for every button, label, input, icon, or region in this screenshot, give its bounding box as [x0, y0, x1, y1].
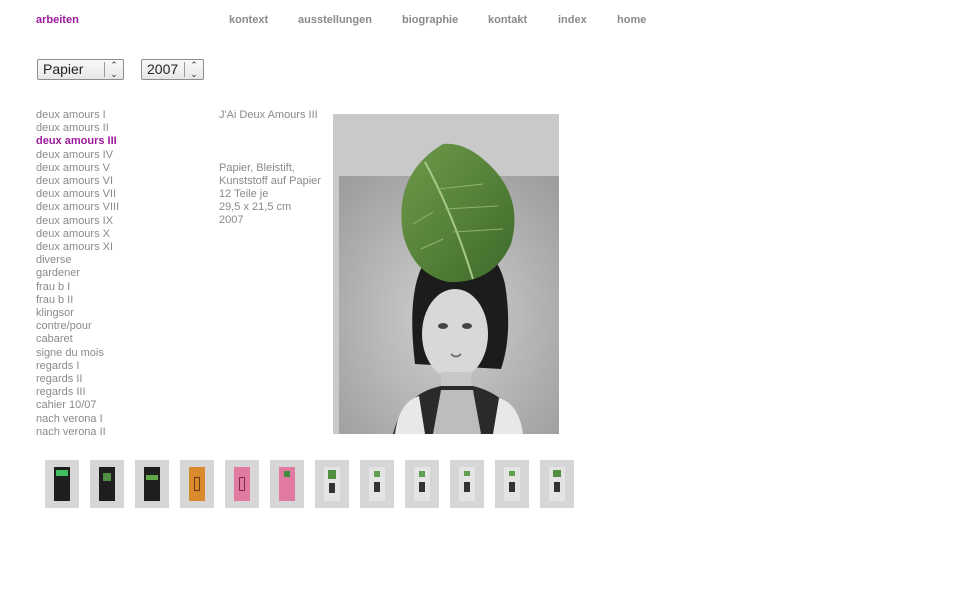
nav-kontext[interactable]: kontext	[229, 14, 268, 26]
work-item[interactable]: cabaret	[36, 333, 119, 346]
work-item[interactable]: frau b II	[36, 294, 119, 307]
material-select[interactable]: Papier ⌃ ⌄	[37, 59, 124, 80]
work-item[interactable]: regards II	[36, 373, 119, 386]
work-item[interactable]: signe du mois	[36, 347, 119, 360]
work-item[interactable]: nach verona II	[36, 426, 119, 439]
work-item[interactable]: regards III	[36, 386, 119, 399]
work-material: Papier, Bleistift, Kunststoff auf Papier	[219, 162, 321, 188]
select-arrows-icon: ⌃ ⌄	[110, 60, 118, 79]
work-item[interactable]: diverse	[36, 254, 119, 267]
nav-kontakt[interactable]: kontakt	[488, 14, 527, 26]
nav-biographie[interactable]: biographie	[402, 14, 458, 26]
thumbnail-5[interactable]	[225, 460, 259, 508]
thumbnail-10[interactable]	[450, 460, 484, 508]
work-item[interactable]: deux amours X	[36, 228, 119, 241]
work-year: 2007	[219, 214, 244, 226]
thumbnail-3[interactable]	[135, 460, 169, 508]
work-item[interactable]: deux amours IV	[36, 149, 119, 162]
work-item[interactable]: deux amours XI	[36, 241, 119, 254]
work-item[interactable]: deux amours VIII	[36, 201, 119, 214]
work-item[interactable]: deux amours V	[36, 162, 119, 175]
thumbnail-2[interactable]	[90, 460, 124, 508]
work-item[interactable]: deux amours IX	[36, 215, 119, 228]
work-item[interactable]: frau b I	[36, 281, 119, 294]
artwork-image	[333, 114, 559, 434]
work-item[interactable]: deux amours VI	[36, 175, 119, 188]
work-parts: 12 Teile je	[219, 188, 269, 200]
work-item[interactable]: contre/pour	[36, 320, 119, 333]
thumbnail-4[interactable]	[180, 460, 214, 508]
thumbnail-9[interactable]	[405, 460, 439, 508]
work-item[interactable]: gardener	[36, 267, 119, 280]
thumbnail-12[interactable]	[540, 460, 574, 508]
work-item[interactable]: deux amours VII	[36, 188, 119, 201]
year-select-value: 2007	[147, 61, 179, 77]
thumbnail-7[interactable]	[315, 460, 349, 508]
artwork-photo-icon	[333, 114, 559, 434]
thumbnail-8[interactable]	[360, 460, 394, 508]
thumbnail-1[interactable]	[45, 460, 79, 508]
select-arrows-icon: ⌃ ⌄	[190, 60, 198, 79]
work-item[interactable]: deux amours II	[36, 122, 119, 135]
nav-index[interactable]: index	[558, 14, 587, 26]
work-item[interactable]: klingsor	[36, 307, 119, 320]
thumbnail-6[interactable]	[270, 460, 304, 508]
work-size: 29,5 x 21,5 cm	[219, 201, 292, 213]
work-item[interactable]: cahier 10/07	[36, 399, 119, 412]
work-item[interactable]: nach verona I	[36, 413, 119, 426]
work-item-selected[interactable]: deux amours III	[36, 135, 119, 148]
work-item[interactable]: regards I	[36, 360, 119, 373]
nav-arbeiten[interactable]: arbeiten	[36, 14, 79, 26]
works-list: deux amours I deux amours II deux amours…	[36, 109, 119, 439]
nav-home[interactable]: home	[617, 14, 646, 26]
work-title: J'Ai Deux Amours III	[219, 109, 318, 121]
work-item[interactable]: deux amours I	[36, 109, 119, 122]
nav-ausstellungen[interactable]: ausstellungen	[298, 14, 372, 26]
material-select-value: Papier	[43, 61, 84, 77]
thumbnail-11[interactable]	[495, 460, 529, 508]
year-select[interactable]: 2007 ⌃ ⌄	[141, 59, 204, 80]
